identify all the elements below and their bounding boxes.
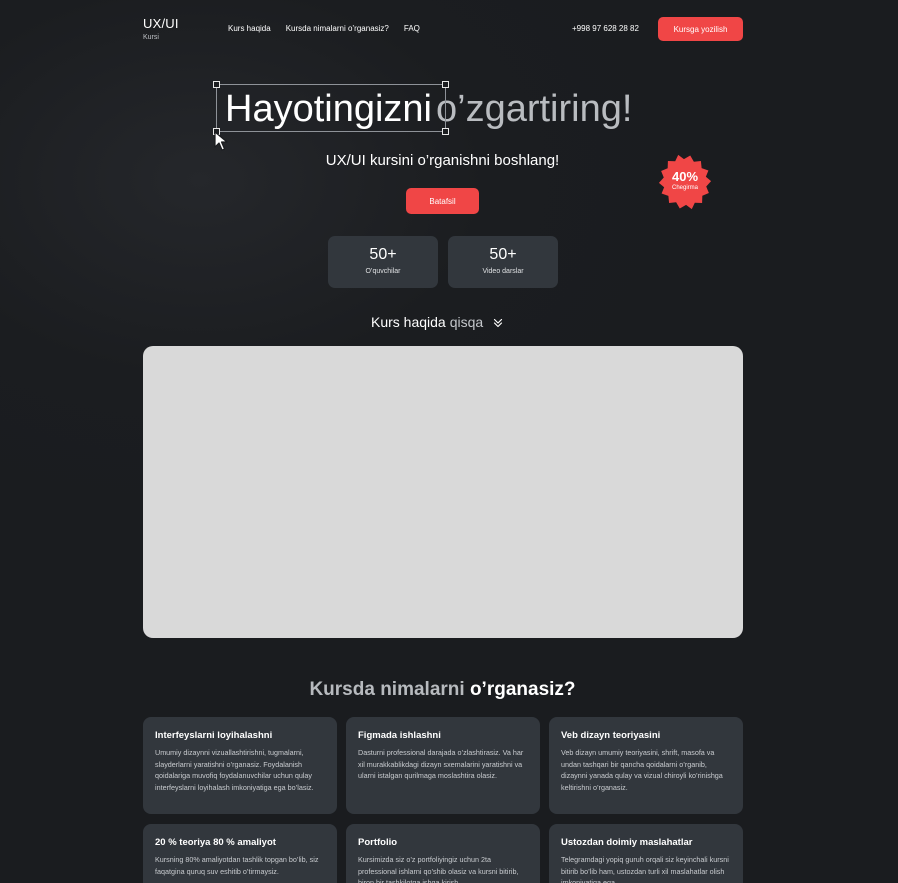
nav-link-learn[interactable]: Kursda nimalarni o’rganasiz? [286, 24, 389, 33]
stat-label: O’quvchilar [365, 268, 401, 275]
logo-title: UX/UI [143, 16, 179, 31]
learn-section-title: Kursda nimalarni o’rganasiz? [0, 679, 885, 701]
logo-subtitle: Kursi [143, 34, 159, 41]
hero-title-part2: o’zgartiring! [436, 88, 633, 130]
card-text: Kursimizda siz o’z portfoliyingiz uchun … [358, 855, 519, 883]
card-title: Portfolio [358, 837, 398, 848]
card-text: Dasturni professional darajada o’zlashti… [358, 748, 524, 780]
stat-card-videos: 50+ Video darslar [448, 236, 558, 288]
feature-card-practice: 20 % teoriya 80 % amaliyot Kursning 80% … [143, 824, 337, 883]
card-text: Telegramdagi yopiq guruh orqali siz keyi… [561, 855, 729, 883]
discount-badge: 40% Chegirma [655, 152, 715, 212]
card-title: Figmada ishlashni [358, 730, 441, 741]
stat-value: 50+ [369, 246, 397, 263]
feature-card-mentoring: Ustozdan doimiy maslahatlar Telegramdagi… [549, 824, 743, 883]
about-title: Kurs haqida [371, 314, 446, 330]
stat-card-students: 50+ O’quvchilar [328, 236, 438, 288]
card-text: Veb dizayn umumiy teoriyasini, shrift, m… [561, 748, 723, 792]
card-title: 20 % teoriya 80 % amaliyot [155, 837, 276, 848]
main-nav: Kurs haqida Kursda nimalarni o’rganasiz?… [228, 24, 420, 33]
site-header: UX/UI Kursi Kurs haqida Kursda nimalarni… [143, 16, 743, 44]
badge-percent: 40% [671, 169, 699, 184]
card-text: Umumiy dizaynni vizuallashtirishni, tugm… [155, 748, 314, 792]
double-chevron-down-icon [494, 318, 503, 327]
feature-card-portfolio: Portfolio Kursimizda siz o’z portfoliyin… [346, 824, 540, 883]
card-text: Kursning 80% amaliyotdan tashlik topgan … [155, 855, 319, 876]
hero-title: Hayotingizni o’zgartiring! [216, 86, 632, 132]
details-button[interactable]: Batafsil [406, 188, 479, 214]
phone-number[interactable]: +998 97 628 28 82 [572, 24, 639, 33]
card-title: Veb dizayn teoriyasini [561, 730, 661, 741]
video-placeholder[interactable] [143, 346, 743, 638]
stat-value: 50+ [489, 246, 517, 263]
hero-subtitle: UX/UI kursini o’rganishni boshlang! [325, 152, 560, 169]
nav-link-faq[interactable]: FAQ [404, 24, 420, 33]
feature-card-interfaces: Interfeyslarni loyihalashni Umumiy dizay… [143, 717, 337, 814]
logo[interactable]: UX/UI Kursi [143, 16, 179, 42]
learn-title-part2: o’rganasiz? [469, 679, 576, 700]
card-title: Interfeyslarni loyihalashni [155, 730, 273, 741]
stat-label: Video darslar [482, 268, 524, 275]
about-heading[interactable]: Kurs haqida qisqa [371, 314, 503, 330]
enroll-button[interactable]: Kursga yozilish [658, 17, 743, 41]
feature-card-theory: Veb dizayn teoriyasini Veb dizayn umumiy… [549, 717, 743, 814]
hero-title-part1: Hayotingizni [225, 88, 432, 130]
learn-title-part1: Kursda nimalarni [309, 679, 465, 700]
feature-card-figma: Figmada ishlashni Dasturni professional … [346, 717, 540, 814]
nav-link-about[interactable]: Kurs haqida [228, 24, 271, 33]
badge-label: Chegirma [671, 185, 698, 191]
card-title: Ustozdan doimiy maslahatlar [561, 837, 693, 848]
about-highlight: qisqa [449, 314, 484, 330]
